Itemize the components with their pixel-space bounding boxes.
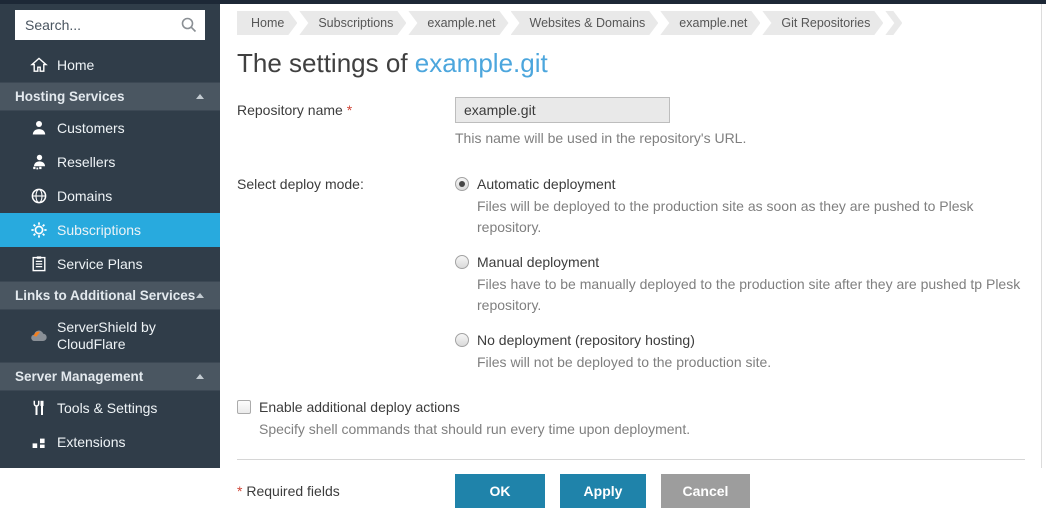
servershield-icon xyxy=(30,327,48,345)
collapse-arrow-icon xyxy=(196,374,204,379)
home-icon xyxy=(30,56,48,74)
subscriptions-icon xyxy=(30,221,48,239)
search-icon[interactable] xyxy=(180,16,198,34)
apply-button[interactable]: Apply xyxy=(560,474,646,508)
deploy-option-automatic: Automatic deployment Files will be deplo… xyxy=(455,176,1025,238)
sidebar-item-label: Service Plans xyxy=(57,256,143,272)
repository-name-label: Repository name * xyxy=(237,97,455,146)
radio-description: Files will not be deployed to the produc… xyxy=(477,352,1025,373)
top-border-strip xyxy=(0,0,1046,4)
breadcrumb-item-git-repositories[interactable]: Git Repositories xyxy=(762,11,883,35)
page-title-prefix: The settings of xyxy=(237,48,415,78)
radio-label: No deployment (repository hosting) xyxy=(477,332,695,348)
domains-icon xyxy=(30,187,48,205)
breadcrumb-item-subscriptions[interactable]: Subscriptions xyxy=(299,11,406,35)
manual-deployment-radio-row[interactable]: Manual deployment xyxy=(455,254,1025,270)
repository-name-row: Repository name * This name will be used… xyxy=(237,97,1025,146)
radio-label: Automatic deployment xyxy=(477,176,616,192)
page-title-repo-link[interactable]: example.git xyxy=(415,48,548,78)
sidebar-item-customers[interactable]: Customers xyxy=(0,111,220,145)
enable-deploy-actions-row[interactable]: Enable additional deploy actions xyxy=(237,399,1025,415)
extensions-icon xyxy=(30,433,48,451)
required-note-text: Required fields xyxy=(246,483,339,499)
resellers-icon xyxy=(30,153,48,171)
sidebar-item-resellers[interactable]: Resellers xyxy=(0,145,220,179)
label-text: Repository name xyxy=(237,102,343,118)
breadcrumb: Home Subscriptions example.net Websites … xyxy=(237,11,1025,35)
repository-name-input[interactable] xyxy=(455,97,670,123)
customers-icon xyxy=(30,119,48,137)
repository-name-help: This name will be used in the repository… xyxy=(455,130,1025,146)
deploy-mode-label: Select deploy mode: xyxy=(237,171,455,389)
sidebar-section-label: Server Management xyxy=(15,369,143,384)
breadcrumb-item-websites-domains[interactable]: Websites & Domains xyxy=(511,11,659,35)
sidebar-section-links-additional-services[interactable]: Links to Additional Services xyxy=(0,281,220,310)
sidebar-item-tools-settings[interactable]: Tools & Settings xyxy=(0,391,220,425)
required-fields-note: * Required fields xyxy=(237,474,455,499)
sidebar: Home Hosting Services Customers Reseller… xyxy=(0,0,220,468)
ok-button[interactable]: OK xyxy=(455,474,545,508)
sidebar-item-servershield[interactable]: ServerShield by CloudFlare xyxy=(0,310,220,362)
sidebar-item-label: Home xyxy=(57,57,94,73)
deploy-option-none: No deployment (repository hosting) Files… xyxy=(455,332,1025,373)
search-input[interactable] xyxy=(15,10,205,40)
sidebar-item-label: Extensions xyxy=(57,434,125,450)
page-title: The settings of example.git xyxy=(237,48,1025,79)
required-asterisk: * xyxy=(237,483,242,499)
deploy-mode-options: Automatic deployment Files will be deplo… xyxy=(455,171,1025,389)
sidebar-item-subscriptions[interactable]: Subscriptions xyxy=(0,213,220,247)
search-box xyxy=(15,10,205,40)
required-asterisk: * xyxy=(347,102,352,118)
breadcrumb-end-arrow xyxy=(885,11,902,35)
automatic-deployment-radio-row[interactable]: Automatic deployment xyxy=(455,176,1025,192)
collapse-arrow-icon xyxy=(196,94,204,99)
sidebar-item-home[interactable]: Home xyxy=(0,48,220,82)
radio-button-icon[interactable] xyxy=(455,333,469,347)
service-plans-icon xyxy=(30,255,48,273)
sidebar-item-extensions[interactable]: Extensions xyxy=(0,425,220,459)
sidebar-item-label: Tools & Settings xyxy=(57,400,157,416)
sidebar-item-domains[interactable]: Domains xyxy=(0,179,220,213)
checkbox-icon[interactable] xyxy=(237,400,251,414)
radio-button-icon[interactable] xyxy=(455,177,469,191)
sidebar-item-label: Domains xyxy=(57,188,112,204)
breadcrumb-item-example-net[interactable]: example.net xyxy=(408,11,508,35)
deploy-option-manual: Manual deployment Files have to be manua… xyxy=(455,254,1025,316)
sidebar-item-service-plans[interactable]: Service Plans xyxy=(0,247,220,281)
radio-description: Files will be deployed to the production… xyxy=(477,196,1025,238)
repository-name-control: This name will be used in the repository… xyxy=(455,97,1025,146)
sidebar-item-label: Subscriptions xyxy=(57,222,141,238)
footer-divider xyxy=(237,459,1025,460)
main-content: Home Subscriptions example.net Websites … xyxy=(220,4,1046,468)
no-deployment-radio-row[interactable]: No deployment (repository hosting) xyxy=(455,332,1025,348)
sidebar-section-label: Hosting Services xyxy=(15,89,125,104)
collapse-arrow-icon xyxy=(196,293,204,298)
footer-row: * Required fields OK Apply Cancel xyxy=(237,474,1025,508)
breadcrumb-item-example-net-2[interactable]: example.net xyxy=(660,11,760,35)
deploy-actions-section: Enable additional deploy actions Specify… xyxy=(237,399,1025,437)
checkbox-label: Enable additional deploy actions xyxy=(259,399,460,415)
radio-description: Files have to be manually deployed to th… xyxy=(477,274,1025,316)
radio-label: Manual deployment xyxy=(477,254,599,270)
checkbox-description: Specify shell commands that should run e… xyxy=(259,421,1025,437)
sidebar-section-server-management[interactable]: Server Management xyxy=(0,362,220,391)
cancel-button[interactable]: Cancel xyxy=(661,474,750,508)
deploy-mode-row: Select deploy mode: Automatic deployment… xyxy=(237,171,1025,389)
sidebar-item-label: Resellers xyxy=(57,154,115,170)
sidebar-item-label: Customers xyxy=(57,120,125,136)
scrollbar-edge-line xyxy=(1041,4,1042,468)
sidebar-section-hosting-services[interactable]: Hosting Services xyxy=(0,82,220,111)
sidebar-item-label: ServerShield by CloudFlare xyxy=(57,319,177,353)
tools-icon xyxy=(30,399,48,417)
radio-button-icon[interactable] xyxy=(455,255,469,269)
breadcrumb-item-home[interactable]: Home xyxy=(237,11,297,35)
sidebar-section-label: Links to Additional Services xyxy=(15,288,195,303)
